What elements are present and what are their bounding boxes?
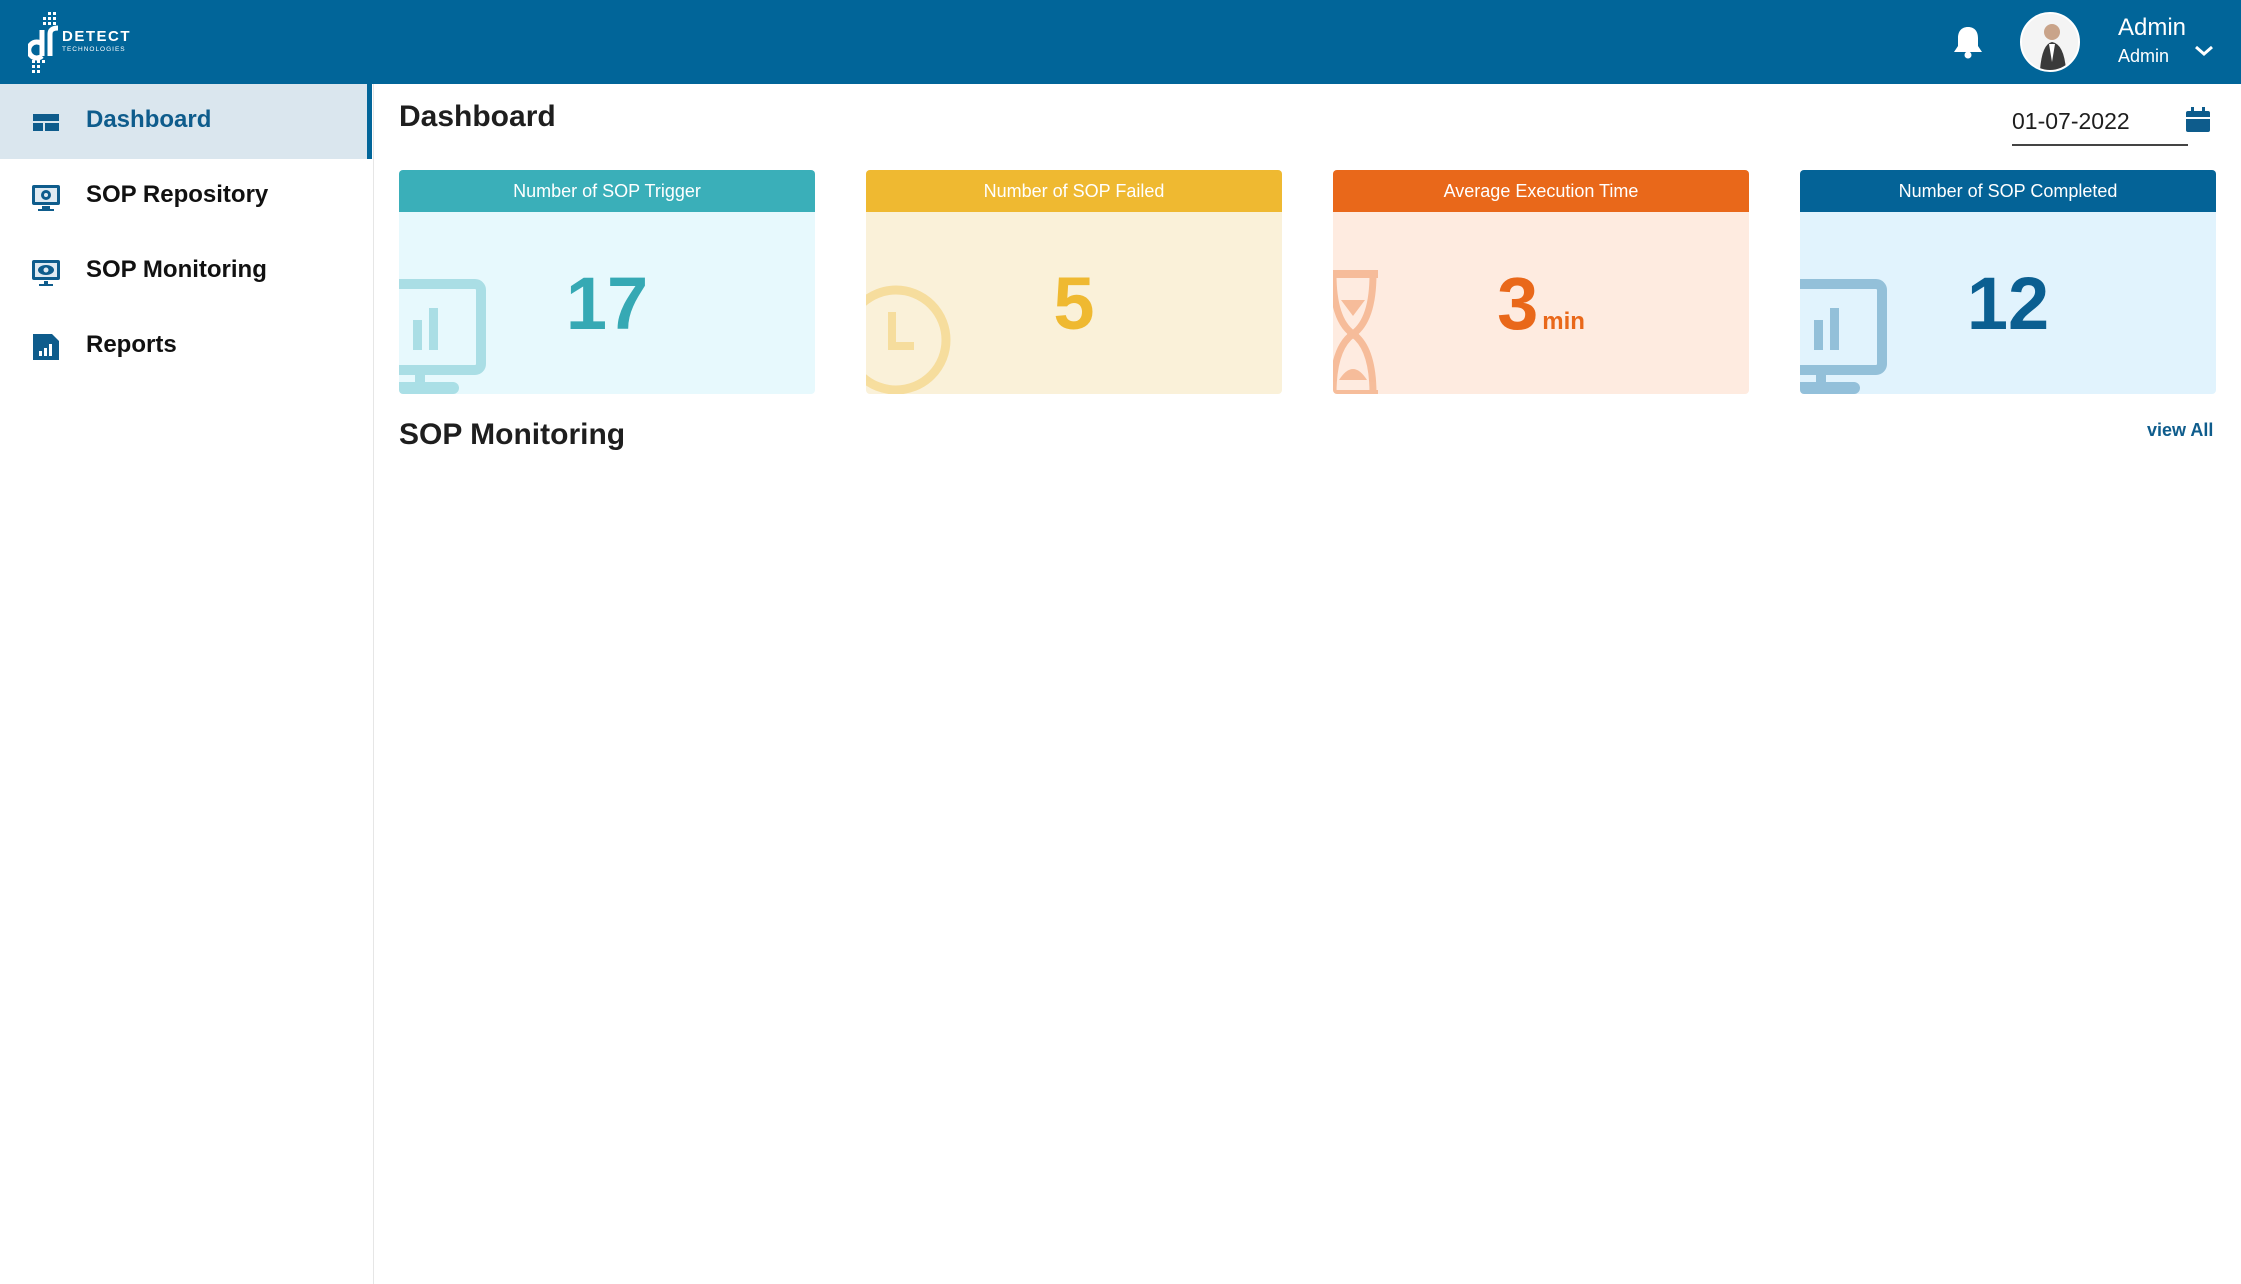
card-value-number: 12 xyxy=(1966,262,2050,345)
avatar[interactable] xyxy=(2020,12,2080,72)
card-title: Number of SOP Trigger xyxy=(399,170,815,212)
sidebar-item-label: Reports xyxy=(86,331,177,358)
card-title: Number of SOP Failed xyxy=(866,170,1282,212)
sidebar-item-label: SOP Monitoring xyxy=(86,256,267,283)
section-title: SOP Monitoring xyxy=(399,418,626,451)
chevron-down-icon[interactable] xyxy=(2193,44,2215,58)
sidebar-item-label: SOP Repository xyxy=(86,181,269,208)
logo-sub-text: TECHNOLOGIES xyxy=(62,46,126,53)
user-role: Admin xyxy=(2118,46,2170,66)
card-title: Average Execution Time xyxy=(1333,170,1749,212)
bell-icon[interactable] xyxy=(1951,24,1985,60)
sidebar-item-reports[interactable]: Reports xyxy=(0,309,372,384)
page-title: Dashboard xyxy=(399,100,556,133)
card-value: 17 xyxy=(399,264,815,344)
stat-card-sop-completed[interactable]: Number of SOP Completed 12 xyxy=(1800,170,2216,394)
bar-chart-icon xyxy=(30,331,62,363)
card-value: 5 xyxy=(866,264,1282,344)
gear-monitor-icon xyxy=(30,181,62,213)
card-title: Number of SOP Completed xyxy=(1800,170,2216,212)
card-value-unit: min xyxy=(1542,308,1585,335)
sidebar-item-label: Dashboard xyxy=(86,106,212,133)
date-field[interactable]: 01-07-2022 xyxy=(2012,104,2188,146)
company-logo[interactable]: DETECT TECHNOLOGIES xyxy=(26,10,138,74)
calendar-icon[interactable] xyxy=(2184,106,2212,134)
sidebar-item-dashboard[interactable]: Dashboard xyxy=(0,84,372,159)
stat-card-avg-execution[interactable]: Average Execution Time 3 min xyxy=(1333,170,1749,394)
card-value-number: 3 xyxy=(1497,262,1539,345)
logo-brand-text: DETECT xyxy=(62,28,131,45)
dashboard-icon xyxy=(30,106,62,138)
card-value-number: 17 xyxy=(565,262,649,345)
user-name[interactable]: Admin xyxy=(2118,14,2186,42)
stat-card-sop-trigger[interactable]: Number of SOP Trigger 17 xyxy=(399,170,815,394)
view-all-link[interactable]: view All xyxy=(2147,420,2213,441)
logo-mark-icon xyxy=(26,12,59,73)
sidebar: Dashboard SOP Repository SOP Monitoring … xyxy=(0,84,374,1284)
top-bar: DETECT TECHNOLOGIES Admin Admin xyxy=(0,0,2241,84)
sidebar-item-sop-repository[interactable]: SOP Repository xyxy=(0,159,372,234)
card-value: 3 min xyxy=(1333,264,1749,362)
card-value: 12 xyxy=(1800,264,2216,344)
eye-monitor-icon xyxy=(30,256,62,288)
sidebar-item-sop-monitoring[interactable]: SOP Monitoring xyxy=(0,234,372,309)
stat-card-sop-failed[interactable]: Number of SOP Failed 5 xyxy=(866,170,1282,394)
card-value-number: 5 xyxy=(1053,262,1095,345)
